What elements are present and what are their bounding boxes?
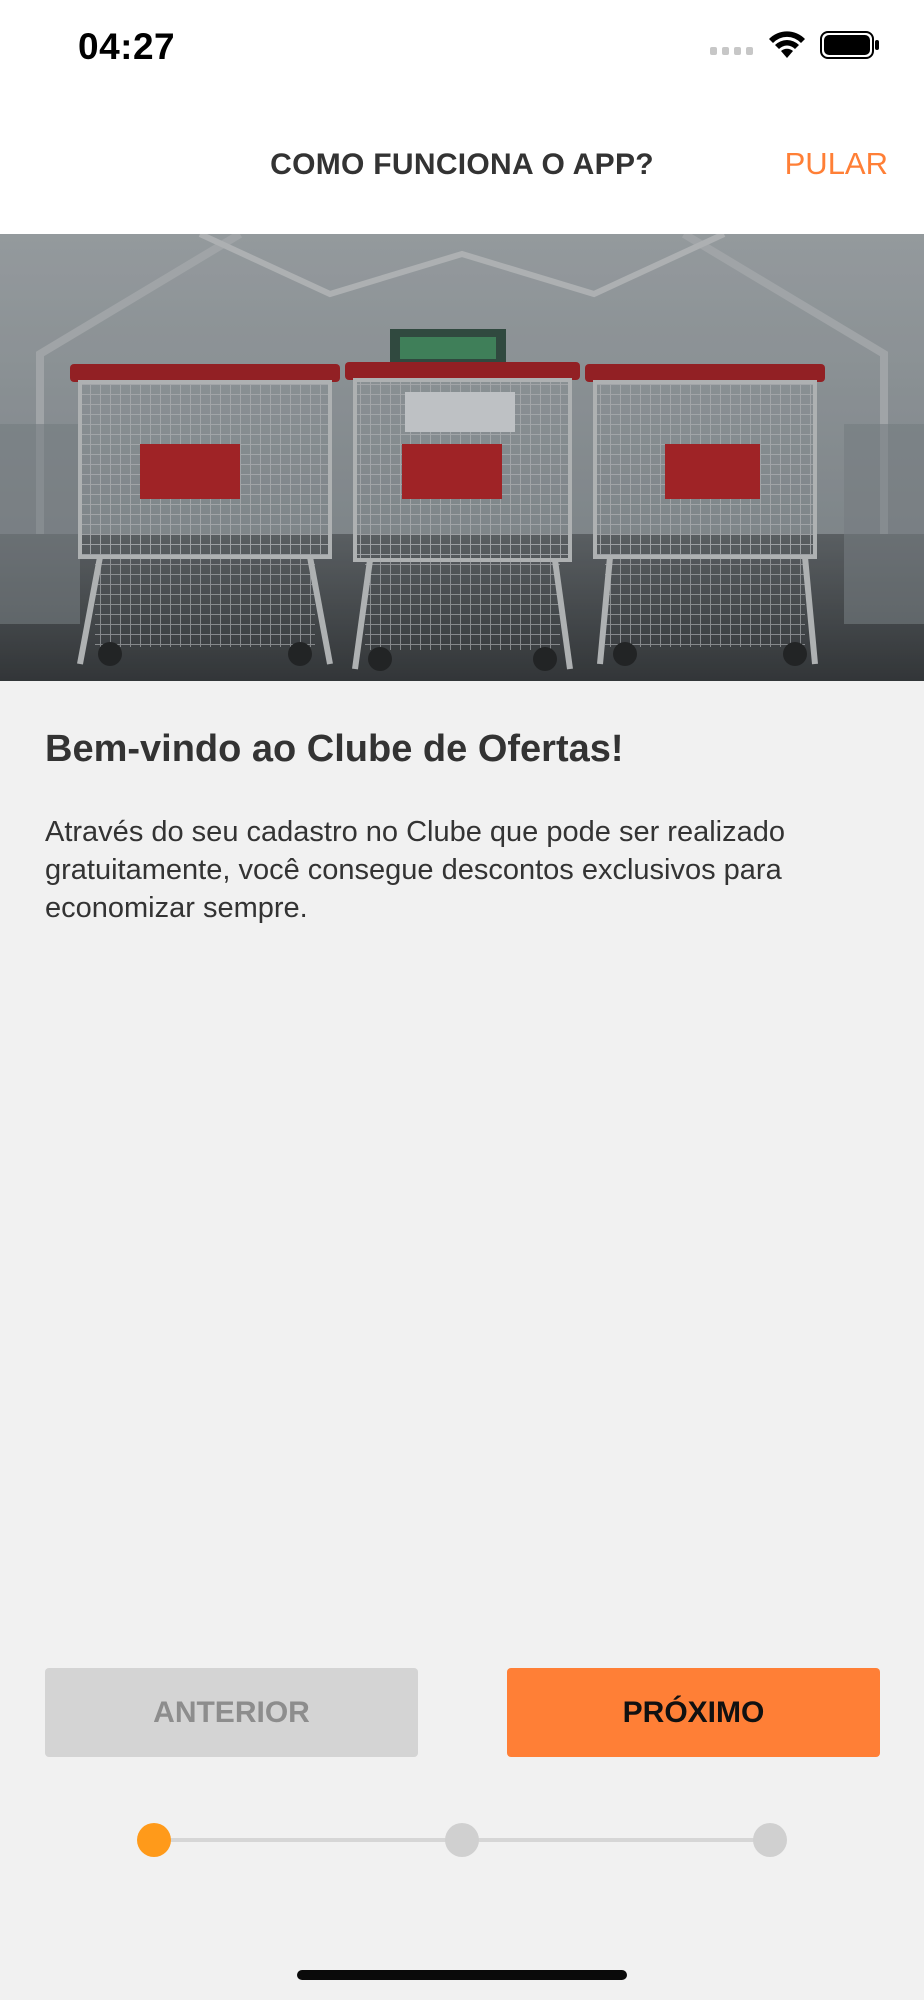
- onboarding-screen: 04:27 COMO FUNCIONA O APP? PULAR Bem-vin…: [0, 0, 924, 2000]
- onboarding-content: Bem-vindo ao Clube de Ofertas! Através d…: [45, 728, 879, 927]
- step-indicator: [137, 1822, 787, 1858]
- shopping-carts-photo: [0, 234, 924, 681]
- battery-icon: [820, 31, 879, 59]
- status-time: 04:27: [78, 26, 176, 67]
- step-dot-2[interactable]: [445, 1823, 479, 1857]
- step-dot-3[interactable]: [753, 1823, 787, 1857]
- skip-button[interactable]: PULAR: [785, 146, 888, 182]
- signal-icon: [710, 47, 753, 55]
- home-indicator[interactable]: [297, 1970, 627, 1980]
- onboarding-header: COMO FUNCIONA O APP? PULAR: [0, 100, 924, 234]
- status-icons: [710, 30, 880, 60]
- next-button[interactable]: PRÓXIMO: [507, 1668, 880, 1757]
- welcome-title: Bem-vindo ao Clube de Ofertas!: [45, 728, 624, 770]
- welcome-description: Através do seu cadastro no Clube que pod…: [45, 816, 785, 924]
- wifi-icon: [769, 31, 805, 58]
- hero-image: [0, 234, 924, 681]
- status-bar: 04:27: [0, 0, 924, 100]
- step-dot-1[interactable]: [137, 1823, 171, 1857]
- previous-button[interactable]: ANTERIOR: [45, 1668, 418, 1757]
